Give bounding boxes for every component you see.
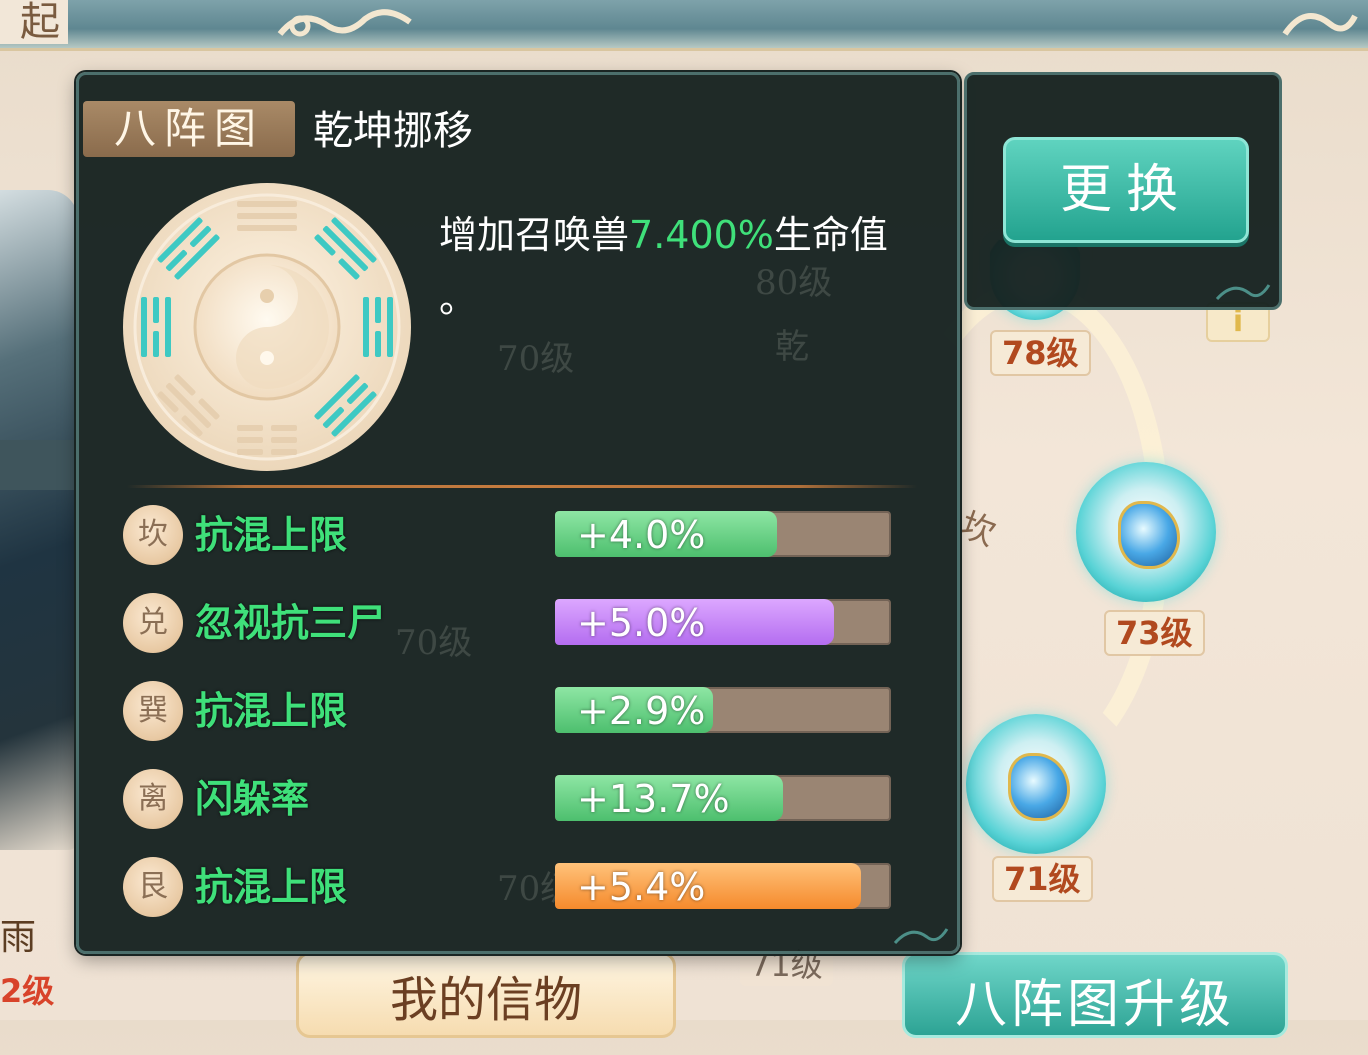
trigram-coin-icon: 巽 xyxy=(123,681,183,741)
stat-name: 闪躲率 xyxy=(195,777,310,821)
description-value: 7.400% xyxy=(629,213,774,257)
stat-value: +5.4% xyxy=(577,865,706,909)
change-button[interactable]: 更换 xyxy=(1003,137,1249,243)
stat-value: +5.0% xyxy=(577,601,706,645)
vase-icon xyxy=(1008,753,1070,821)
formation-orb-bottom[interactable] xyxy=(966,714,1106,854)
stat-row: 坎抗混上限 +4.0% xyxy=(123,505,903,565)
stat-row: 巽抗混上限 +2.9% xyxy=(123,681,903,741)
my-token-button[interactable]: 我的信物 xyxy=(296,952,676,1038)
cloud-swirl-icon xyxy=(1282,13,1358,36)
stat-value: +2.9% xyxy=(577,689,706,733)
formation-name: 乾坤挪移 xyxy=(313,108,473,154)
stat-name: 抗混上限 xyxy=(195,865,348,909)
stat-name: 抗混上限 xyxy=(195,689,348,733)
stat-row: 离闪躲率 +13.7% xyxy=(123,769,903,829)
ghost-text: 70级 xyxy=(497,339,575,379)
stat-row: 艮抗混上限 +5.4% xyxy=(123,857,903,917)
corner-ornament-icon xyxy=(893,928,949,945)
stat-bar: +2.9% xyxy=(555,687,891,733)
formation-orb-middle[interactable] xyxy=(1076,462,1216,602)
description-suffix: 生命值 xyxy=(773,213,888,257)
stat-bar: +13.7% xyxy=(555,775,891,821)
gem-icon xyxy=(1118,501,1180,569)
cloud-swirl-icon xyxy=(277,9,412,37)
trigram-coin-icon: 离 xyxy=(123,769,183,829)
description-end: 。 xyxy=(439,277,478,321)
character-level: 2级 xyxy=(0,972,55,1010)
description-prefix: 增加召唤兽 xyxy=(439,213,630,257)
stat-name: 忽视抗三尸 xyxy=(195,601,386,645)
stat-bar: +5.4% xyxy=(555,863,891,909)
stat-name: 抗混上限 xyxy=(195,513,348,557)
character-portrait xyxy=(0,190,78,850)
formation-description: 增加召唤兽7.400%生命值 。 xyxy=(439,203,919,331)
trigram-coin-icon: 兑 xyxy=(123,593,183,653)
top-banner: 起 xyxy=(0,0,1368,51)
formation-detail-panel: 80级 70级 乾 70级 70级 八阵图 乾坤挪移 增加召唤兽7.400%生命… xyxy=(76,72,960,954)
orb-level-label: 71级 xyxy=(992,856,1093,902)
trigram-coin-icon: 坎 xyxy=(123,505,183,565)
stat-value: +13.7% xyxy=(577,777,730,821)
formation-badge: 八阵图 xyxy=(83,101,295,157)
section-divider xyxy=(127,485,917,488)
bagua-icon xyxy=(123,183,411,471)
orb-level-label: 73级 xyxy=(1104,610,1205,656)
side-action-panel: 更换 xyxy=(964,72,1282,310)
character-name: 雨 xyxy=(0,917,37,958)
armor-strip xyxy=(0,440,78,490)
trigram-coin-icon: 艮 xyxy=(123,857,183,917)
orb-level-label: 78级 xyxy=(990,330,1091,376)
stat-bar: +4.0% xyxy=(555,511,891,557)
banner-caption: 起 xyxy=(0,0,68,44)
stat-row: 兑忽视抗三尸 +5.0% xyxy=(123,593,903,653)
upgrade-formation-button[interactable]: 八阵图升级 xyxy=(902,952,1288,1038)
corner-ornament-icon xyxy=(1215,284,1271,301)
stat-bar: +5.0% xyxy=(555,599,891,645)
stat-value: +4.0% xyxy=(577,513,706,557)
